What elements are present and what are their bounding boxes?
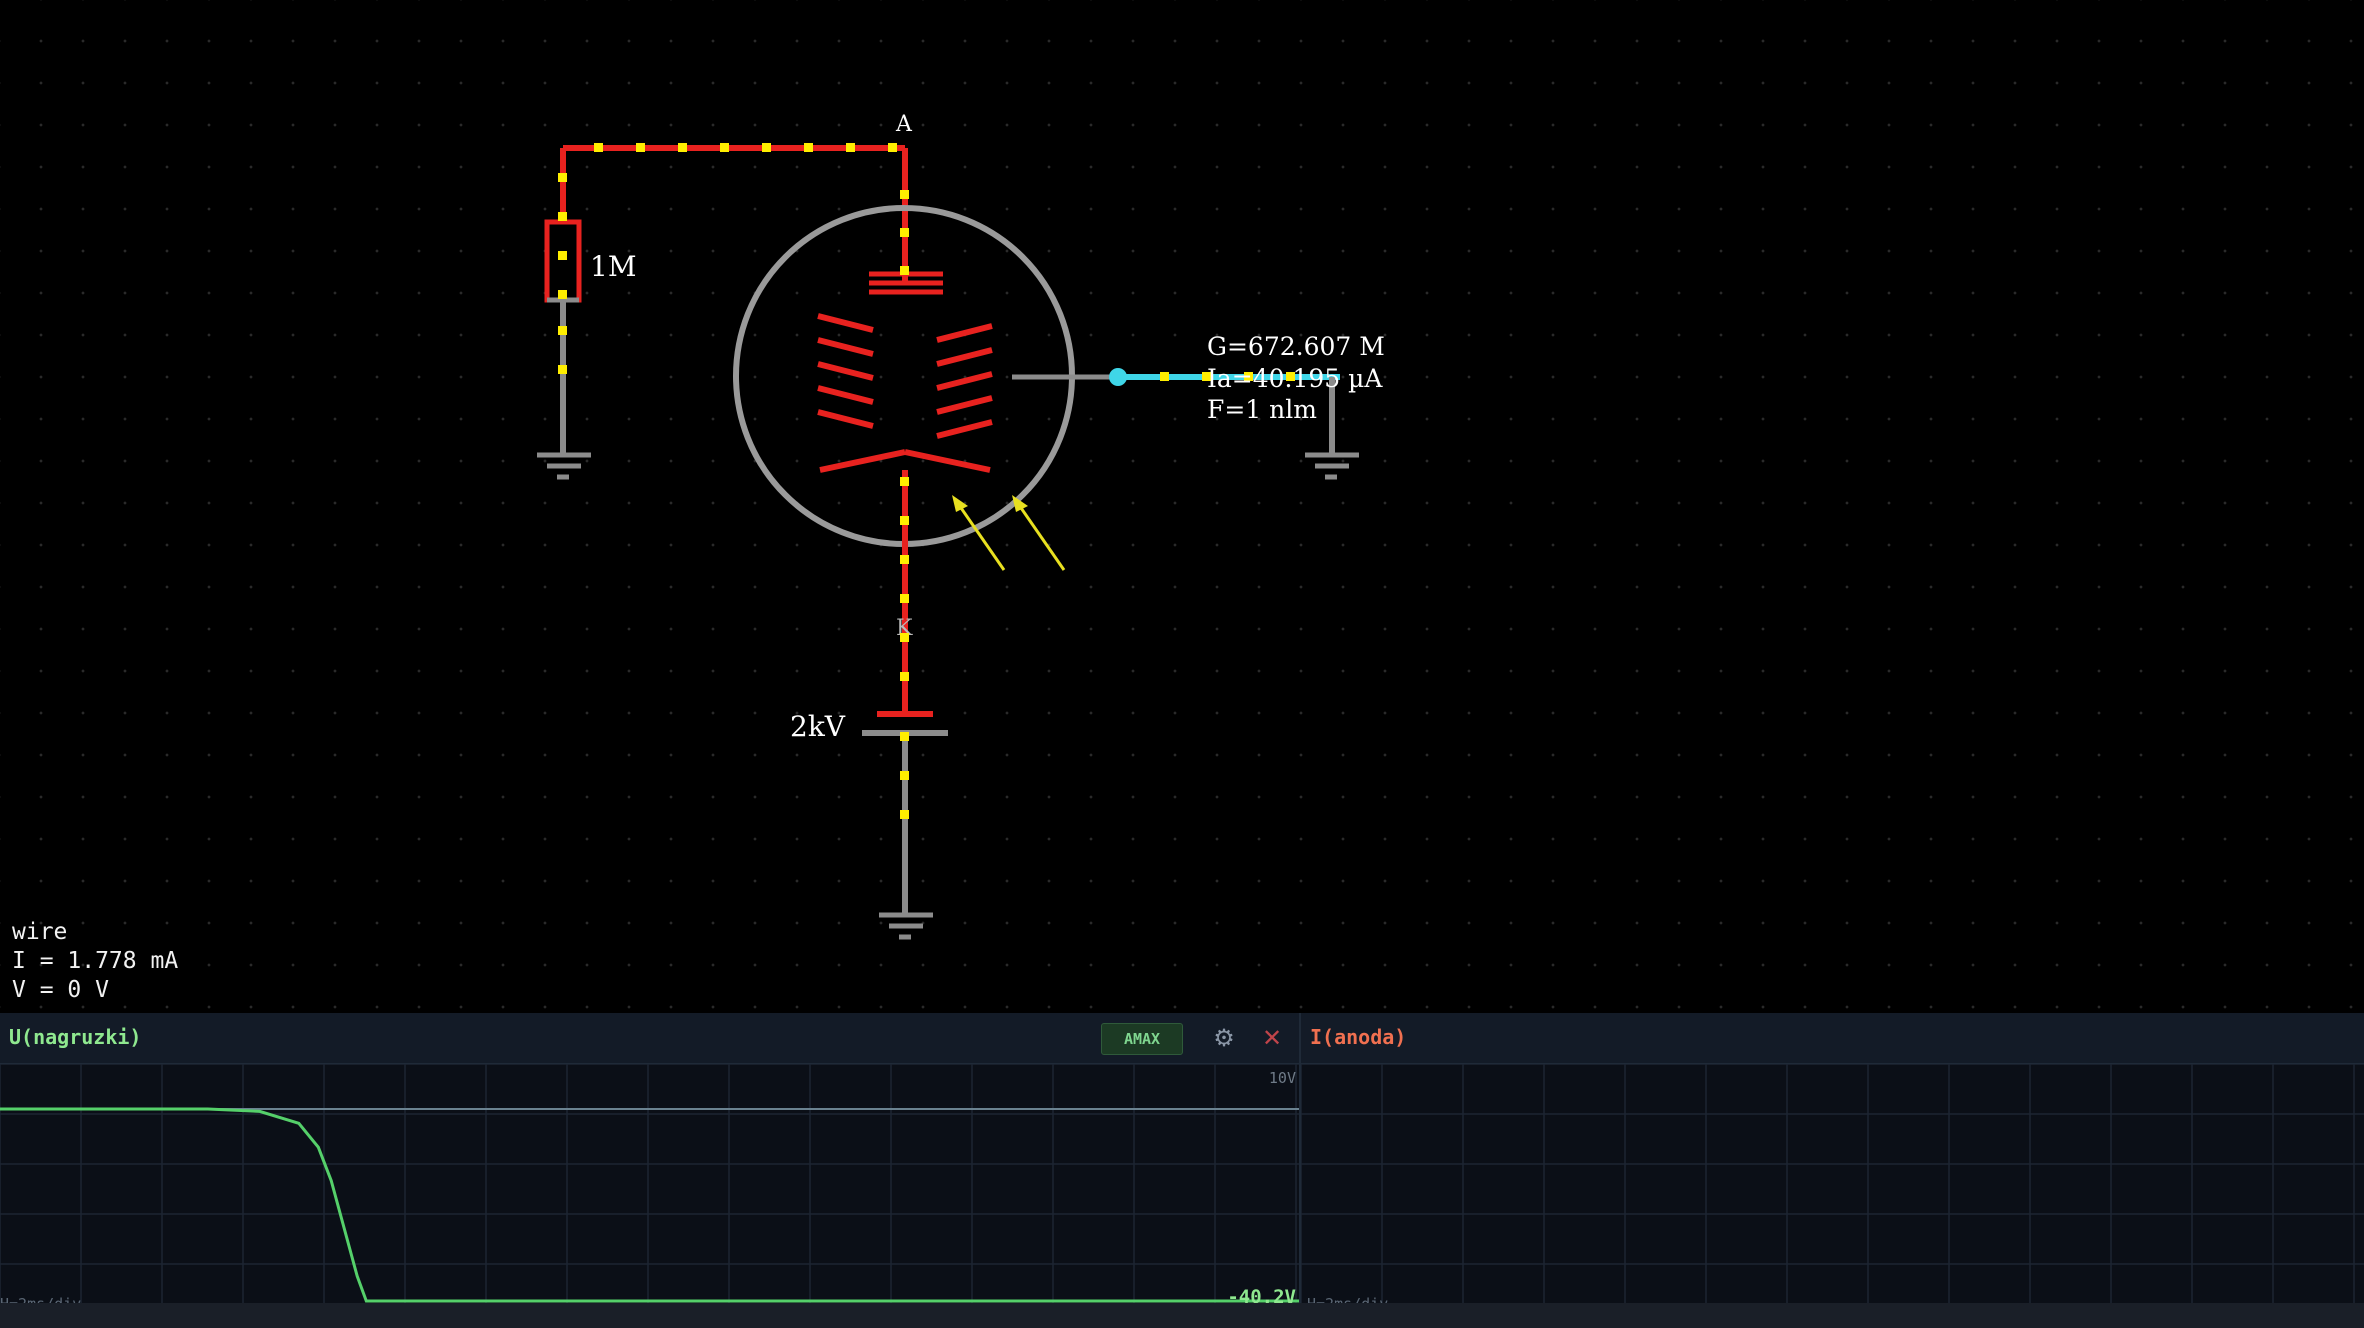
circuit-canvas[interactable]: 1M A K 2kV G=672.607 M Ia=40.195 µA F=1 … xyxy=(0,0,2364,1013)
scope-grid xyxy=(0,1064,1299,1313)
scope-header-voltage: U(nagruzki) AMAX ⚙ ✕ xyxy=(0,1013,1299,1064)
close-icon[interactable]: ✕ xyxy=(1258,1023,1286,1053)
amax-button[interactable]: AMAX xyxy=(1101,1023,1183,1055)
meter-anode-current: Ia=40.195 µA xyxy=(1207,364,1383,393)
ground-icon xyxy=(1305,452,1359,480)
element-info-box: wire I = 1.778 mA V = 0 V xyxy=(12,918,178,1005)
voltage-source[interactable] xyxy=(862,711,948,736)
anode-node-label: A xyxy=(895,112,913,137)
scope-trace-voltage xyxy=(0,1107,1299,1303)
scope-header-current: I(anoda) xyxy=(1301,1013,2364,1064)
resistor-label: 1M xyxy=(590,250,636,283)
scope-current-plot[interactable]: H=2ms/div xyxy=(1301,1064,2364,1313)
info-current: I = 1.778 mA xyxy=(12,948,179,974)
scope-title-current: I(anoda) xyxy=(1310,1025,1407,1049)
scope-scale-top: 10V xyxy=(1269,1069,1296,1087)
scope-panel: U(nagruzki) AMAX ⚙ ✕ I(anoda) 10V -40.2V… xyxy=(0,1013,2364,1328)
probe-node[interactable] xyxy=(1109,368,1127,386)
ground-icon xyxy=(879,912,933,940)
resistor[interactable] xyxy=(544,219,582,303)
gear-icon[interactable]: ⚙ xyxy=(1210,1023,1238,1053)
ground-icon xyxy=(537,452,591,480)
info-voltage: V = 0 V xyxy=(12,977,109,1003)
meter-flux: F=1 nlm xyxy=(1207,395,1317,424)
scope-bottom-bar xyxy=(0,1303,2364,1328)
scope-voltage-plot[interactable]: 10V -40.2V H=2ms/div xyxy=(0,1064,1299,1313)
info-title: wire xyxy=(12,919,68,945)
meter-gain: G=672.607 M xyxy=(1207,332,1385,361)
current-dots xyxy=(558,143,1295,819)
scope-grid xyxy=(1301,1064,2364,1313)
scope-title-voltage: U(nagruzki) xyxy=(9,1025,142,1049)
circuit-diagram[interactable]: 1M A K 2kV G=672.607 M Ia=40.195 µA F=1 … xyxy=(0,0,2364,1013)
voltage-source-label: 2kV xyxy=(790,710,846,743)
